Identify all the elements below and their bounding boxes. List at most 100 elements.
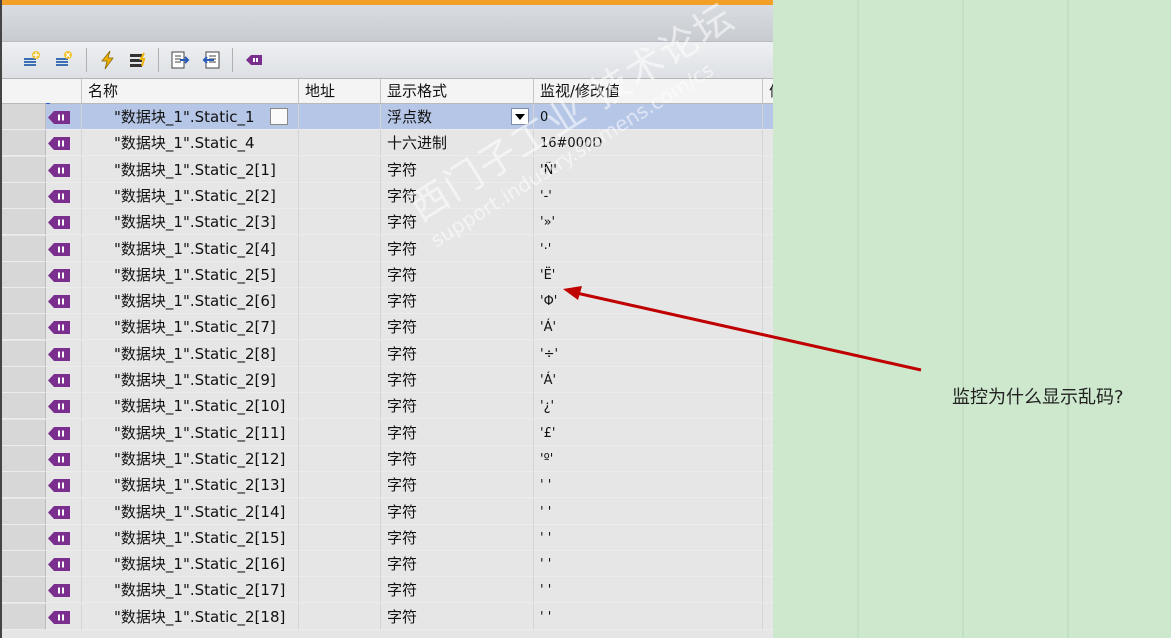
row-selector[interactable] xyxy=(2,156,46,183)
display-format-cell[interactable]: 字符 xyxy=(381,472,534,499)
modify-value-cell[interactable] xyxy=(763,209,773,236)
column-header-address[interactable]: 地址 xyxy=(299,79,381,103)
table-row[interactable]: "数据块_1".Static_1 浮点数 0 xyxy=(2,104,773,130)
row-selector[interactable] xyxy=(2,235,46,262)
modify-triggered-icon[interactable] xyxy=(128,50,148,70)
row-selector[interactable] xyxy=(2,367,46,393)
table-row[interactable]: "数据块_1".Static_2[7] 字符 'Á' xyxy=(2,314,773,341)
display-format-cell[interactable]: 字符 xyxy=(381,445,534,472)
tag-name-cell[interactable]: "数据块_1".Static_2[16] xyxy=(82,551,299,578)
display-format-cell[interactable]: 字符 xyxy=(381,314,534,341)
column-header-name[interactable]: 名称 xyxy=(82,79,299,103)
row-selector[interactable] xyxy=(2,182,46,209)
modify-value-cell[interactable] xyxy=(763,446,773,472)
format-dropdown-button[interactable] xyxy=(511,108,529,125)
display-format-cell[interactable]: 字符 xyxy=(381,393,534,420)
table-row[interactable]: "数据块_1".Static_2[13] 字符 ' ' xyxy=(2,472,773,499)
row-selector[interactable] xyxy=(2,261,46,288)
modify-value-cell[interactable] xyxy=(763,104,773,130)
modify-value-cell[interactable] xyxy=(763,183,773,209)
tag-name-cell[interactable]: "数据块_1".Static_2[5] xyxy=(82,261,299,288)
tag-name-cell[interactable]: "数据块_1".Static_2[15] xyxy=(82,524,299,551)
column-header-monitor-value[interactable]: 监视/修改值 xyxy=(534,79,763,103)
row-selector[interactable] xyxy=(2,472,46,499)
table-row[interactable]: "数据块_1".Static_2[16] 字符 ' ' xyxy=(2,551,773,578)
row-selector[interactable] xyxy=(2,551,46,578)
modify-value-cell[interactable] xyxy=(763,367,773,393)
display-format-cell[interactable]: 字符 xyxy=(381,367,534,393)
display-format-cell[interactable]: 浮点数 xyxy=(381,104,534,130)
modify-value-cell[interactable] xyxy=(763,577,773,604)
table-row[interactable]: "数据块_1".Static_2[17] 字符 ' ' xyxy=(2,577,773,604)
row-selector[interactable] xyxy=(2,209,46,236)
display-format-cell[interactable]: 十六进制 xyxy=(381,130,534,157)
modify-value-cell[interactable] xyxy=(763,604,773,630)
address-cell[interactable] xyxy=(299,393,381,420)
address-cell[interactable] xyxy=(299,445,381,472)
table-row[interactable]: "数据块_1".Static_2[4] 字符 '·' xyxy=(2,235,773,262)
table-row[interactable]: "数据块_1".Static_2[10] 字符 '¿' xyxy=(2,393,773,420)
address-cell[interactable] xyxy=(299,472,381,499)
row-selector[interactable] xyxy=(2,393,46,420)
tag-name-cell[interactable]: "数据块_1".Static_1 xyxy=(82,104,299,130)
modify-value-cell[interactable] xyxy=(763,236,773,262)
tag-name-cell[interactable]: "数据块_1".Static_2[8] xyxy=(82,340,299,367)
variable-tag-icon[interactable] xyxy=(244,50,264,70)
display-format-cell[interactable]: 字符 xyxy=(381,419,534,446)
tag-name-cell[interactable]: "数据块_1".Static_2[11] xyxy=(82,419,299,446)
address-cell[interactable] xyxy=(299,209,381,236)
display-format-cell[interactable]: 字符 xyxy=(381,524,534,551)
address-cell[interactable] xyxy=(299,603,381,630)
modify-now-icon[interactable] xyxy=(98,50,118,70)
tag-name-cell[interactable]: "数据块_1".Static_4 xyxy=(82,130,299,157)
table-row[interactable]: "数据块_1".Static_2[11] 字符 '£' xyxy=(2,419,773,446)
show-all-icon[interactable] xyxy=(170,50,190,70)
address-cell[interactable] xyxy=(299,235,381,262)
column-header-format[interactable]: 显示格式 xyxy=(381,79,534,103)
address-cell[interactable] xyxy=(299,182,381,209)
address-cell[interactable] xyxy=(299,340,381,367)
modify-value-cell[interactable] xyxy=(763,288,773,315)
row-selector[interactable] xyxy=(2,314,46,341)
display-format-cell[interactable]: 字符 xyxy=(381,603,534,630)
table-row[interactable]: "数据块_1".Static_2[15] 字符 ' ' xyxy=(2,524,773,551)
modify-value-cell[interactable] xyxy=(763,551,773,578)
display-format-cell[interactable]: 字符 xyxy=(381,209,534,236)
tag-name-cell[interactable]: "数据块_1".Static_2[7] xyxy=(82,314,299,341)
tag-name-cell[interactable]: "数据块_1".Static_2[3] xyxy=(82,209,299,236)
tag-name-cell[interactable]: "数据块_1".Static_2[13] xyxy=(82,472,299,499)
modify-value-cell[interactable] xyxy=(763,262,773,288)
display-format-cell[interactable]: 字符 xyxy=(381,235,534,262)
address-cell[interactable] xyxy=(299,261,381,288)
row-selector[interactable] xyxy=(2,340,46,367)
display-format-cell[interactable]: 字符 xyxy=(381,156,534,183)
row-selector[interactable] xyxy=(2,603,46,630)
modify-value-cell[interactable] xyxy=(763,472,773,499)
tag-name-cell[interactable]: "数据块_1".Static_2[14] xyxy=(82,498,299,525)
modify-value-cell[interactable] xyxy=(763,393,773,420)
tag-name-cell[interactable]: "数据块_1".Static_2[6] xyxy=(82,288,299,315)
modify-value-cell[interactable] xyxy=(763,499,773,525)
modify-value-cell[interactable] xyxy=(763,525,773,551)
display-format-cell[interactable]: 字符 xyxy=(381,577,534,604)
table-row[interactable]: "数据块_1".Static_2[8] 字符 '÷' xyxy=(2,340,773,367)
modify-value-cell[interactable] xyxy=(763,157,773,183)
tag-name-cell[interactable]: "数据块_1".Static_2[10] xyxy=(82,393,299,420)
table-row[interactable]: "数据块_1".Static_2[18] 字符 ' ' xyxy=(2,603,773,630)
row-selector[interactable] xyxy=(2,104,46,130)
display-format-cell[interactable]: 字符 xyxy=(381,182,534,209)
display-format-cell[interactable]: 字符 xyxy=(381,551,534,578)
tag-name-cell[interactable]: "数据块_1".Static_2[9] xyxy=(82,367,299,393)
address-cell[interactable] xyxy=(299,130,381,157)
expand-icon[interactable] xyxy=(202,50,222,70)
display-format-cell[interactable]: 字符 xyxy=(381,261,534,288)
address-cell[interactable] xyxy=(299,314,381,341)
table-row[interactable]: "数据块_1".Static_2[2] 字符 '-' xyxy=(2,182,773,209)
display-format-cell[interactable]: 字符 xyxy=(381,340,534,367)
address-cell[interactable] xyxy=(299,551,381,578)
table-row[interactable]: "数据块_1".Static_2[14] 字符 ' ' xyxy=(2,498,773,525)
address-cell[interactable] xyxy=(299,419,381,446)
address-cell[interactable] xyxy=(299,367,381,393)
row-selector[interactable] xyxy=(2,419,46,446)
table-row[interactable]: "数据块_1".Static_2[12] 字符 'º' xyxy=(2,445,773,472)
